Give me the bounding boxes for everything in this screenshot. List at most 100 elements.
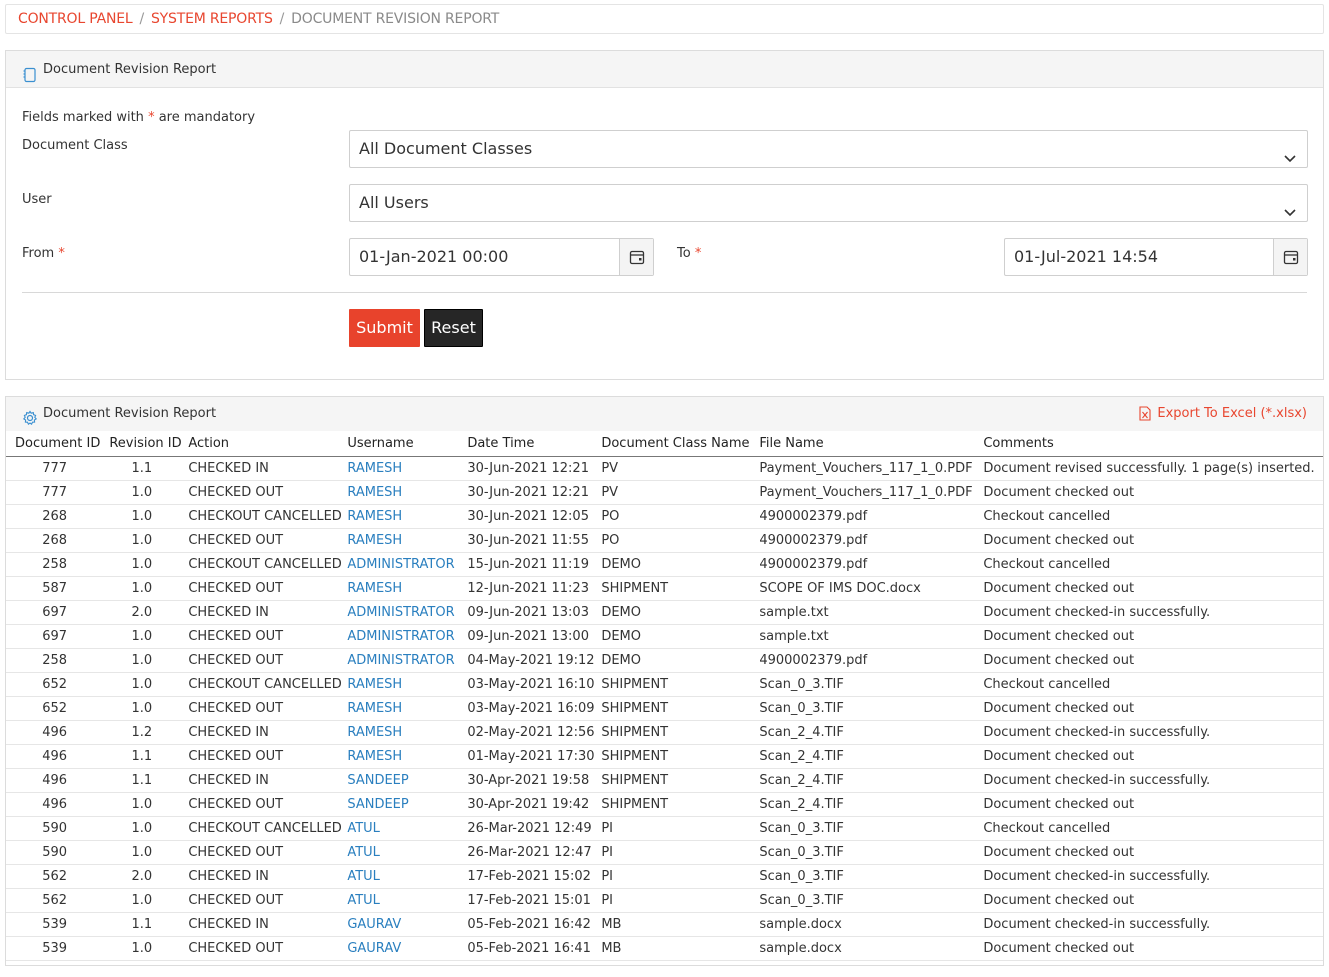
table-row: 258 1.0 CHECKOUT CANCELLED ADMINISTRATOR 15-…: [6, 552, 1323, 577]
revision-id-cell: 1.0: [100, 480, 184, 505]
username-link[interactable]: ADMINISTRATOR: [347, 653, 454, 668]
username-link[interactable]: SANDEEP: [347, 773, 408, 788]
user-select[interactable]: All Users: [349, 184, 1308, 222]
date-time-cell: 26-Mar-2021 12:49: [467, 816, 602, 841]
column-header[interactable]: Document Class Name: [601, 432, 760, 457]
column-header[interactable]: Comments: [983, 432, 1323, 457]
username-link[interactable]: RAMESH: [347, 701, 402, 716]
document-id-cell: 268: [6, 504, 101, 529]
document-class-cell: DEMO: [601, 624, 760, 649]
action-cell: CHECKED OUT: [183, 840, 348, 865]
action-cell: CHECKOUT CANCELLED: [183, 672, 348, 697]
username-cell: RAMESH: [347, 672, 468, 697]
action-cell: CHECKOUT CANCELLED: [183, 816, 348, 841]
document-id-cell: 587: [6, 576, 101, 601]
file-name-cell: 4900002379.pdf: [759, 504, 984, 529]
document-id-cell: 590: [6, 816, 101, 841]
column-header[interactable]: Document ID: [6, 432, 101, 457]
action-cell: CHECKED OUT: [183, 576, 348, 601]
filter-panel-title: Document Revision Report: [43, 61, 217, 77]
table-row: 268 1.0 CHECKED OUT RAMESH 30-Jun-2021 11:55…: [6, 528, 1323, 553]
username-link[interactable]: ATUL: [347, 869, 380, 884]
action-cell: CHECKED IN: [183, 912, 348, 937]
action-cell: CHECKED OUT: [183, 936, 348, 961]
username-link[interactable]: ADMINISTRATOR: [347, 629, 454, 644]
revision-id-cell: 2.0: [100, 600, 184, 625]
to-date-field[interactable]: 01-Jul-2021 14:54: [1004, 238, 1308, 276]
revision-id-cell: 1.0: [100, 936, 184, 961]
username-link[interactable]: RAMESH: [347, 509, 402, 524]
document-id-cell: 258: [6, 552, 101, 577]
username-link[interactable]: GAURAV: [347, 941, 401, 956]
comments-cell: Document checked-in successfully.: [983, 720, 1323, 745]
column-header[interactable]: File Name: [759, 432, 984, 457]
username-link[interactable]: RAMESH: [347, 461, 402, 476]
document-class-cell: PO: [601, 504, 760, 529]
username-link[interactable]: ADMINISTRATOR: [347, 605, 454, 620]
calendar-icon[interactable]: [1273, 239, 1307, 275]
username-link[interactable]: RAMESH: [347, 485, 402, 500]
document-class-cell: PI: [601, 888, 760, 913]
file-name-cell: sample.docx: [759, 936, 984, 961]
date-time-cell: 15-Jun-2021 11:19: [467, 552, 602, 577]
username-cell: RAMESH: [347, 480, 468, 505]
username-cell: ADMINISTRATOR: [347, 552, 468, 577]
date-time-cell: 17-Feb-2021 15:02: [467, 864, 602, 889]
column-header[interactable]: Username: [347, 432, 468, 457]
breadcrumb-control-panel[interactable]: CONTROL PANEL: [18, 11, 133, 27]
username-link[interactable]: RAMESH: [347, 749, 402, 764]
breadcrumb-system-reports[interactable]: SYSTEM REPORTS: [151, 11, 273, 27]
username-link[interactable]: RAMESH: [347, 725, 402, 740]
action-cell: CHECKED OUT: [183, 528, 348, 553]
document-class-cell: PV: [601, 456, 760, 481]
revision-id-cell: 1.0: [100, 624, 184, 649]
submit-button[interactable]: Submit: [349, 309, 420, 347]
date-time-cell: 05-Feb-2021 16:41: [467, 936, 602, 961]
document-id-cell: 777: [6, 456, 101, 481]
file-name-cell: sample.txt: [759, 600, 984, 625]
comments-cell: Document checked out: [983, 480, 1323, 505]
date-time-cell: 02-May-2021 12:56: [467, 720, 602, 745]
username-link[interactable]: GAURAV: [347, 917, 401, 932]
comments-cell: Document checked out: [983, 792, 1323, 817]
file-name-cell: 4900002379.pdf: [759, 552, 984, 577]
document-id-cell: 562: [6, 864, 101, 889]
user-label: User: [22, 192, 52, 207]
table-body: 777 1.1 CHECKED IN RAMESH 30-Jun-2021 12:21 P…: [6, 456, 1323, 961]
report-filter-panel: Document Revision Report Fields marked w…: [5, 50, 1324, 380]
username-link[interactable]: ATUL: [347, 845, 380, 860]
date-time-cell: 26-Mar-2021 12:47: [467, 840, 602, 865]
column-header[interactable]: Action: [183, 432, 348, 457]
report-results-panel: Document Revision Report Export To Excel…: [5, 396, 1324, 966]
date-time-cell: 09-Jun-2021 13:03: [467, 600, 602, 625]
calendar-icon[interactable]: [619, 239, 653, 275]
from-label: From *: [22, 246, 65, 261]
document-class-select[interactable]: All Document Classes: [349, 130, 1308, 168]
revision-id-cell: 1.1: [100, 768, 184, 793]
table-row: 258 1.0 CHECKED OUT ADMINISTRATOR 04-May-202…: [6, 648, 1323, 673]
username-link[interactable]: SANDEEP: [347, 797, 408, 812]
comments-cell: Document checked-in successfully.: [983, 768, 1323, 793]
action-cell: CHECKED OUT: [183, 648, 348, 673]
username-cell: SANDEEP: [347, 792, 468, 817]
column-header[interactable]: Date Time: [467, 432, 602, 457]
table-row: 496 1.2 CHECKED IN RAMESH 02-May-2021 12:56 S…: [6, 720, 1323, 745]
username-link[interactable]: RAMESH: [347, 533, 402, 548]
to-label: To *: [677, 246, 702, 261]
reset-button[interactable]: Reset: [424, 309, 483, 347]
column-header[interactable]: Revision ID: [100, 432, 184, 457]
file-name-cell: sample.docx: [759, 912, 984, 937]
username-link[interactable]: ATUL: [347, 821, 380, 836]
chevron-down-icon: [1283, 142, 1297, 163]
revision-id-cell: 1.0: [100, 528, 184, 553]
username-link[interactable]: RAMESH: [347, 581, 402, 596]
date-time-cell: 17-Feb-2021 15:01: [467, 888, 602, 913]
table-row: 697 2.0 CHECKED IN ADMINISTRATOR 09-Jun-2021…: [6, 600, 1323, 625]
username-link[interactable]: RAMESH: [347, 677, 402, 692]
comments-cell: Document checked out: [983, 840, 1323, 865]
export-excel-link[interactable]: Export To Excel (*.xlsx): [1139, 406, 1307, 421]
breadcrumb-current: DOCUMENT REVISION REPORT: [291, 11, 500, 27]
from-date-field[interactable]: 01-Jan-2021 00:00: [349, 238, 654, 276]
username-link[interactable]: ADMINISTRATOR: [347, 557, 454, 572]
username-link[interactable]: ATUL: [347, 893, 380, 908]
